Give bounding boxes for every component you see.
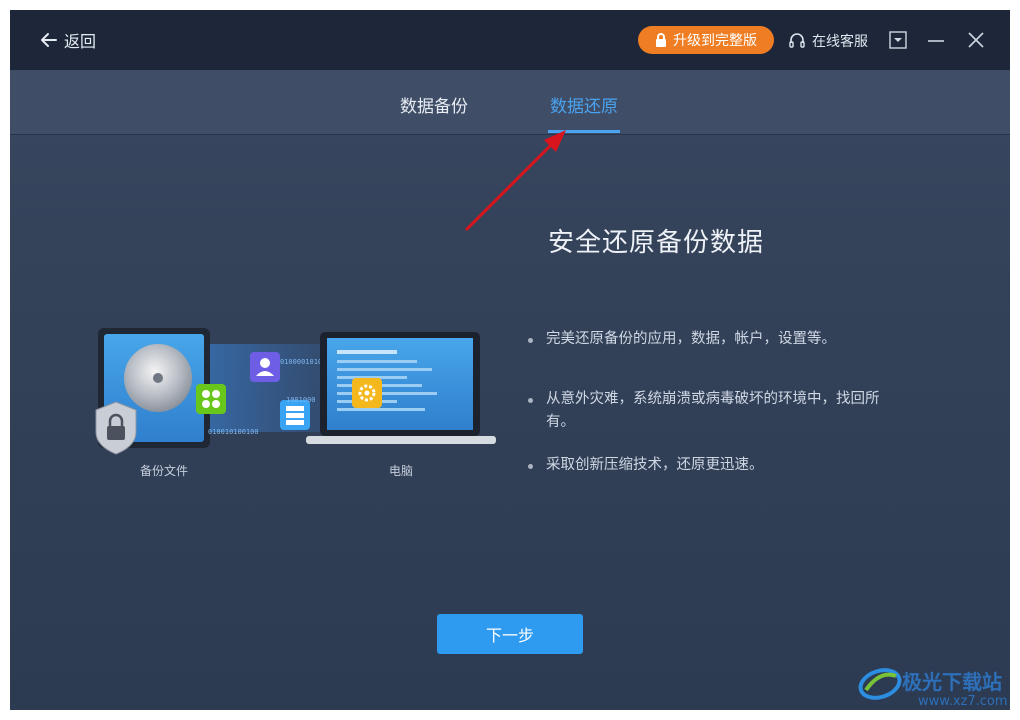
tab-data-restore[interactable]: 数据还原 (550, 92, 618, 117)
upgrade-label: 升级到完整版 (673, 33, 757, 49)
page-heading: 安全还原备份数据 (548, 228, 765, 258)
binary-text: 1001000 (286, 396, 316, 404)
watermark: 极光下载站 www.xz7.com (858, 660, 1010, 720)
list-item: 完美还原备份的应用，数据，帐户，设置等。 (528, 328, 908, 351)
watermark-url: www.xz7.com (918, 694, 1008, 709)
upgrade-button[interactable]: 升级到完整版 (638, 26, 774, 54)
watermark-logo (858, 668, 902, 700)
title-bar: 返回 升级到完整版 在线客服 (10, 10, 1010, 70)
list-item: 采取创新压缩技术，还原更迅速。 (528, 454, 908, 477)
app-tile-icon (196, 384, 226, 414)
lock-icon (656, 33, 666, 47)
service-label: 在线客服 (812, 34, 868, 50)
close-icon[interactable] (964, 28, 988, 52)
back-arrow-icon (41, 33, 57, 47)
headset-icon (789, 33, 805, 48)
app-window: 返回 升级到完整版 在线客服 数据备份 数据还原 安全还原备份数据 完美还原备份… (10, 10, 1010, 710)
computer-label: 电脑 (389, 464, 414, 478)
backup-file-label: 备份文件 (140, 464, 189, 478)
online-service-button[interactable]: 在线客服 (788, 30, 868, 52)
backup-illustration: 0100001010 1001000 010010100100 (95, 328, 496, 455)
next-button[interactable]: 下一步 (437, 614, 583, 654)
back-button[interactable]: 返回 (40, 30, 97, 51)
back-label: 返回 (64, 32, 97, 51)
tab-data-backup[interactable]: 数据备份 (400, 92, 468, 117)
list-item: 从意外灾难，系统崩溃或病毒破坏的环境中，找回所有。 (528, 388, 908, 434)
dropdown-icon[interactable] (886, 28, 910, 52)
binary-text: 0100001010 (280, 358, 322, 366)
minimize-icon[interactable] (924, 28, 948, 52)
watermark-title: 极光下载站 (902, 670, 1002, 694)
binary-text: 010010100100 (208, 428, 259, 436)
